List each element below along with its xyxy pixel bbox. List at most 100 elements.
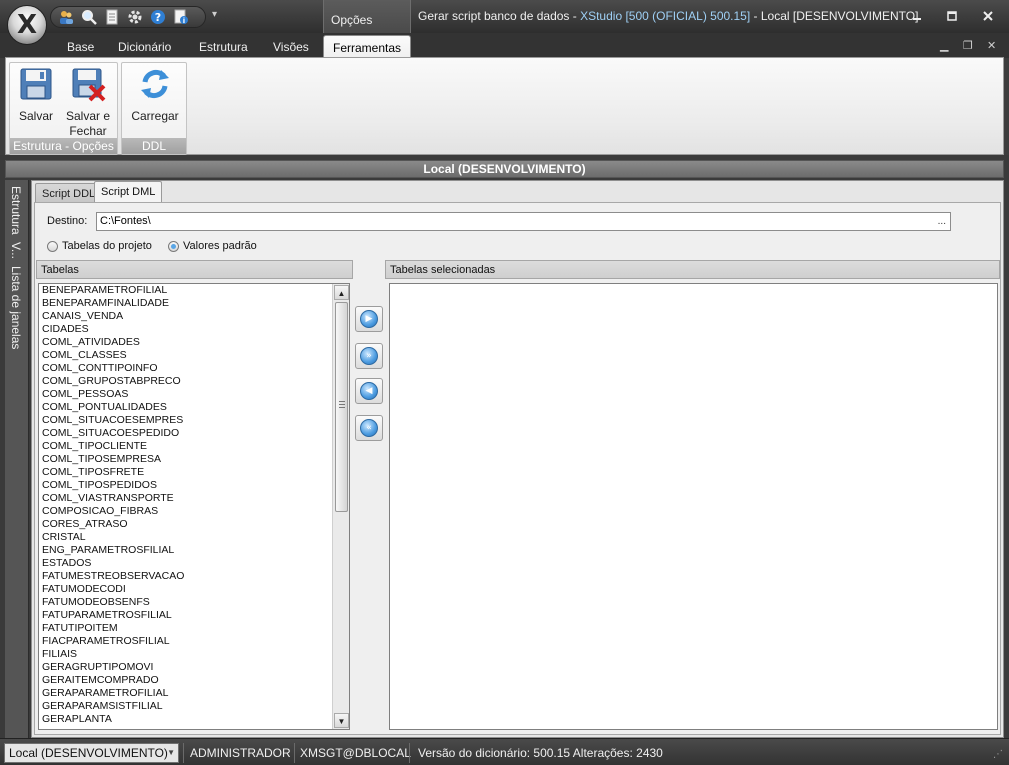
table-list-item[interactable]: GERAGRUPTIPOMOVI <box>42 661 332 674</box>
table-list-item[interactable]: CRISTAL <box>42 531 332 544</box>
table-list-item[interactable]: ESTADOS <box>42 557 332 570</box>
tab-base[interactable]: Base <box>67 40 94 54</box>
side-dock-bar: Estrutura V... Lista de janelas <box>5 180 29 738</box>
context-tab-label: Opções <box>331 13 373 27</box>
save-and-close-label: Salvar e Fechar <box>65 109 111 138</box>
table-list-item[interactable]: FATUMODEOBSENFS <box>42 596 332 609</box>
table-list-item[interactable]: GERAPARAMETROFILIAL <box>42 687 332 700</box>
svg-text:i: i <box>183 17 185 25</box>
table-list-item[interactable]: COML_ATIVIDADES <box>42 336 332 349</box>
status-version: Versão do dicionário: 500.15 Alterações:… <box>418 746 663 760</box>
search-icon[interactable] <box>80 8 98 26</box>
close-button[interactable] <box>976 6 1000 26</box>
users-icon[interactable] <box>57 8 75 26</box>
maximize-button[interactable] <box>940 6 964 26</box>
table-list-item[interactable]: FATUPARAMETROSFILIAL <box>42 609 332 622</box>
context-tab-header: Opções <box>323 0 411 33</box>
minimize-button[interactable] <box>905 6 929 26</box>
table-list-item[interactable]: COML_TIPOCLIENTE <box>42 440 332 453</box>
selected-tables-listbox[interactable] <box>389 283 998 730</box>
mdi-restore-button[interactable]: ❐ <box>963 39 973 52</box>
ribbon-group-caption: Estrutura - Opções <box>10 138 117 154</box>
tables-listbox[interactable]: BENEPARAMETROFILIAL BENEPARAMFINALIDADE CA… <box>38 283 350 730</box>
radio-circle-checked[interactable] <box>168 240 179 252</box>
qat-customize-dropdown[interactable]: ▾ <box>212 9 217 20</box>
table-list-item[interactable]: COML_SITUACOESPEDIDO <box>42 427 332 440</box>
selected-tables-header: Tabelas selecionadas <box>385 260 1000 279</box>
tab-script-dml[interactable]: Script DML <box>94 181 163 203</box>
table-list-item[interactable]: BENEPARAMFINALIDADE <box>42 297 332 310</box>
resize-grip-icon[interactable]: ⋰ <box>993 749 1007 763</box>
save-button[interactable]: Salvar <box>16 66 56 123</box>
tables-scrollbar[interactable]: ▲ ▼ <box>332 284 349 729</box>
mdi-close-button[interactable]: ✕ <box>987 39 996 52</box>
table-list-item[interactable]: COMPOSICAO_FIBRAS <box>42 505 332 518</box>
refresh-icon <box>141 69 169 99</box>
table-list-item[interactable]: COML_SITUACOESEMPRES <box>42 414 332 427</box>
scroll-up-button[interactable]: ▲ <box>334 285 349 300</box>
side-tab-window-list[interactable]: Lista de janelas <box>9 266 23 349</box>
table-list-item[interactable]: FATUTIPOITEM <box>42 622 332 635</box>
side-tab-visoes[interactable]: V... <box>9 242 23 259</box>
status-divider <box>294 743 295 763</box>
table-list-item[interactable]: FATUMODECODI <box>42 583 332 596</box>
connection-selector[interactable]: Local (DESENVOLVIMENTO) ▼ <box>4 743 179 763</box>
table-list-item[interactable]: COML_VIASTRANSPORTE <box>42 492 332 505</box>
maximize-icon <box>947 11 957 21</box>
tab-script-ddl[interactable]: Script DDL <box>35 183 103 203</box>
table-list-item[interactable]: COML_TIPOSFRETE <box>42 466 332 479</box>
table-list-item[interactable]: COML_GRUPOSTABPRECO <box>42 375 332 388</box>
radio-default-values[interactable]: Valores padrão <box>168 240 257 252</box>
table-list-item[interactable]: CORES_ATRASO <box>42 518 332 531</box>
table-list-item[interactable]: GERAPLANTA <box>42 713 332 726</box>
table-list-item[interactable]: CANAIS_VENDA <box>42 310 332 323</box>
window-title-suffix: - Local [DESENVOLVIMENTO] <box>750 9 919 23</box>
destination-value: C:\Fontes\ <box>100 215 151 227</box>
remove-one-button[interactable]: ◀ <box>355 378 383 404</box>
info-icon[interactable]: i <box>172 8 190 26</box>
scroll-thumb[interactable] <box>335 302 348 512</box>
scroll-grip-icon <box>339 401 345 408</box>
table-list-item[interactable]: GERAITEMCOMPRADO <box>42 674 332 687</box>
help-icon[interactable]: ? <box>149 8 167 26</box>
ribbon-group-ddl: Carregar DDL <box>121 62 187 155</box>
table-list-item[interactable]: BENEPARAMETROFILIAL <box>42 284 332 297</box>
table-list-item[interactable]: COML_TIPOSEMPRESA <box>42 453 332 466</box>
tab-estrutura[interactable]: Estrutura <box>199 40 248 54</box>
table-list-item[interactable]: FIACPARAMETROSFILIAL <box>42 635 332 648</box>
save-and-close-button[interactable]: Salvar e Fechar <box>62 66 114 139</box>
radio-circle[interactable] <box>47 240 58 252</box>
gear-icon[interactable] <box>126 8 144 26</box>
document-icon[interactable] <box>103 8 121 26</box>
title-bar: ? i ▾ Opções Gerar script banco de dados… <box>0 0 1009 33</box>
table-list-item[interactable]: FILIAIS <box>42 648 332 661</box>
tab-ferramentas[interactable]: Ferramentas <box>323 35 411 59</box>
table-list-item[interactable]: GERAPARAMSISTFILIAL <box>42 700 332 713</box>
status-bar: Local (DESENVOLVIMENTO) ▼ ADMINISTRADOR … <box>0 738 1009 765</box>
tab-visoes[interactable]: Visões <box>273 40 309 54</box>
browse-button[interactable]: ... <box>938 213 946 230</box>
table-list-item[interactable]: COML_CONTTIPOINFO <box>42 362 332 375</box>
tab-dicionario[interactable]: Dicionário <box>118 40 171 54</box>
close-icon <box>983 11 993 21</box>
table-list-item[interactable]: ENG_PARAMETROSFILIAL <box>42 544 332 557</box>
load-button-label: Carregar <box>131 109 179 123</box>
arrow-right-icon: ▶ <box>360 310 378 328</box>
table-list-item[interactable]: FATUMESTREOBSERVACAO <box>42 570 332 583</box>
remove-all-button[interactable]: « <box>355 415 383 441</box>
add-all-button[interactable]: » <box>355 343 383 369</box>
radio-project-tables[interactable]: Tabelas do projeto <box>47 240 152 252</box>
load-button[interactable]: Carregar <box>127 66 183 123</box>
table-list-item[interactable]: COML_PESSOAS <box>42 388 332 401</box>
table-list-item[interactable]: COML_CLASSES <box>42 349 332 362</box>
add-one-button[interactable]: ▶ <box>355 306 383 332</box>
mdi-minimize-button[interactable]: ▁ <box>940 39 948 52</box>
window-title-product: XStudio [500 (OFICIAL) 500.15] <box>580 9 751 23</box>
side-tab-estrutura[interactable]: Estrutura <box>9 186 23 235</box>
table-list-item[interactable]: COML_TIPOSPEDIDOS <box>42 479 332 492</box>
destination-field[interactable]: C:\Fontes\ ... <box>96 212 951 231</box>
scroll-down-button[interactable]: ▼ <box>334 713 349 728</box>
application-menu-button[interactable]: X <box>7 5 47 45</box>
table-list-item[interactable]: CIDADES <box>42 323 332 336</box>
table-list-item[interactable]: COML_PONTUALIDADES <box>42 401 332 414</box>
